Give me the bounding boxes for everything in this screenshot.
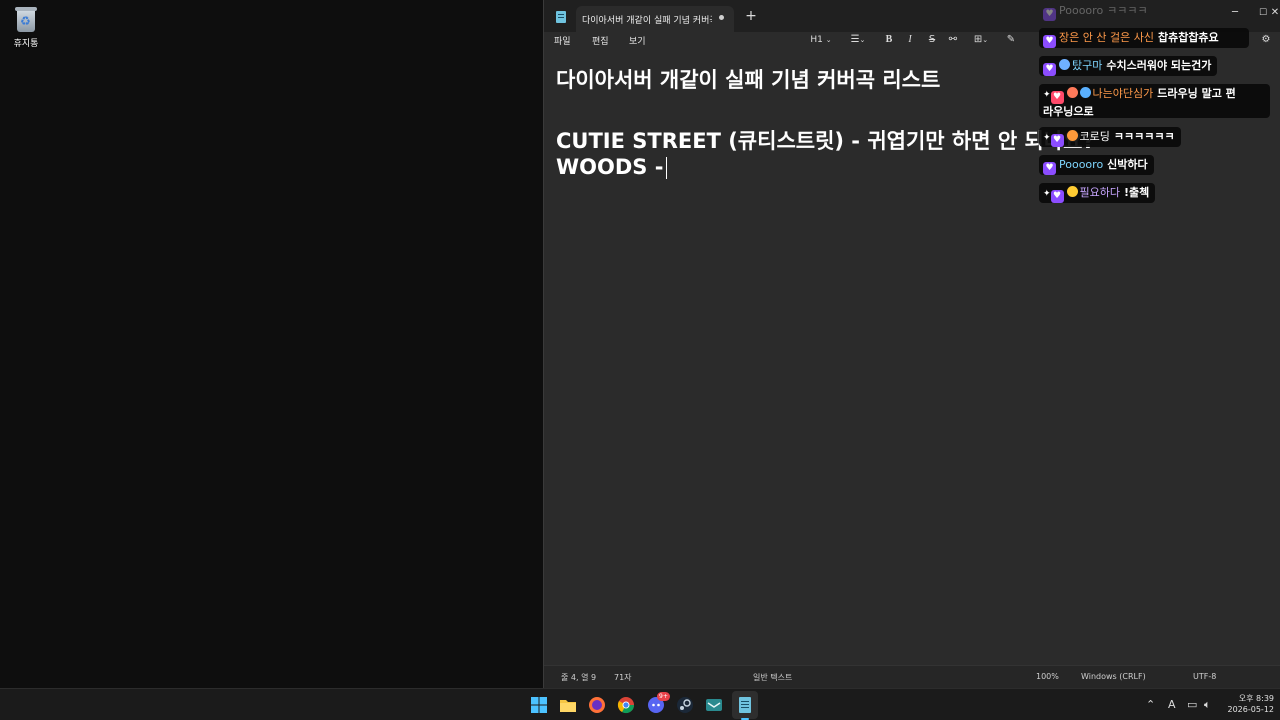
heart-badge-icon: ♥ [1043, 63, 1056, 76]
char-count: 71자 [614, 673, 632, 682]
heart-badge-icon: ♥ [1043, 35, 1056, 48]
chat-nick: Pooooro [1059, 158, 1104, 171]
steam-icon[interactable] [674, 694, 696, 716]
text-caret [666, 157, 667, 179]
chat-nick: Pooooro [1059, 4, 1104, 17]
table-dropdown[interactable]: ⊞⌄ [969, 32, 993, 48]
notepad-app-icon [556, 11, 566, 23]
unsaved-dot-icon[interactable] [719, 15, 724, 20]
taskbar-clock[interactable]: 오후 8:39 2026-05-12 [1222, 693, 1275, 715]
emote-icon [1066, 130, 1078, 141]
wand-icon: ✦ [1043, 90, 1051, 100]
chevron-down-icon: ⌄ [825, 36, 832, 44]
zoom-level: 100% [1036, 672, 1059, 681]
document-tab[interactable]: 다이아서버 개같이 실패 기념 커버곡 [576, 6, 734, 32]
chat-message: ♥ 장은 안 산 걸은 사신 찹츄찹찹츄요 [1039, 28, 1249, 48]
menu-file[interactable]: 파일 [554, 34, 571, 47]
heart-badge-icon: ♥ [1050, 190, 1064, 203]
chat-text: 드라우닝 말고 편 [1157, 87, 1236, 100]
chat-nick: 나는야단심가 [1092, 87, 1154, 100]
encoding: UTF-8 [1193, 672, 1217, 681]
cursor-position: 줄 4, 열 9 [561, 673, 597, 682]
taskbar: 9+ ⌃ A ▭ 🔈︎ 오후 8:39 2026-05-12 [0, 688, 1280, 720]
wand-icon: ✦ [1043, 133, 1051, 143]
recycle-bin-label: 휴지통 [13, 39, 39, 49]
volume-icon[interactable]: 🔈︎ [1204, 698, 1211, 712]
chrome-icon[interactable] [615, 694, 637, 716]
chat-message: ♥ Pooooro ㅋㅋㅋㅋ [1039, 1, 1154, 21]
chat-message: ♥ Pooooro 신박하다 [1039, 155, 1154, 175]
firefox-icon[interactable] [586, 694, 608, 716]
chat-nick: 탔구마 [1072, 59, 1103, 72]
menu-edit[interactable]: 편집 [592, 34, 609, 47]
chat-text: !출첵 [1124, 186, 1150, 199]
minimize-button[interactable]: ─ [1221, 4, 1249, 22]
chat-text: 라우닝으로 [1043, 105, 1094, 118]
emote-icon [1079, 87, 1091, 98]
chat-message: ♥ 탔구마 수치스러워야 되는건가 [1039, 56, 1218, 76]
discord-icon[interactable]: 9+ [645, 692, 670, 716]
new-tab-button[interactable]: + [744, 8, 758, 24]
chat-nick: 코로딩 [1079, 130, 1110, 143]
wand-icon: ✦ [1043, 189, 1051, 199]
text-format[interactable]: 일반 텍스트 [753, 672, 792, 683]
chat-text: 찹츄찹찹츄요 [1157, 31, 1219, 44]
table-icon: ⊞ [973, 34, 983, 45]
heart-badge-icon: ♥ [1050, 134, 1064, 147]
heart-badge-icon: ♥ [1050, 91, 1064, 104]
recycle-bin-icon [14, 6, 38, 32]
network-icon[interactable]: ▭ [1187, 698, 1197, 711]
tray-chevron-up-icon[interactable]: ⌃ [1146, 698, 1155, 711]
chevron-down-icon: ⌄ [859, 36, 866, 44]
text-line: WOODS - [556, 155, 664, 179]
chat-text: 신박하다 [1107, 158, 1148, 171]
italic-button[interactable]: I [903, 32, 917, 48]
chat-text: ㅋㅋㅋㅋ [1107, 4, 1148, 17]
notepad-taskbar-icon[interactable] [734, 694, 756, 720]
heart-badge-icon: ♥ [1043, 162, 1056, 175]
heading-label: H1 [810, 35, 823, 45]
chat-nick: 필요하다 [1079, 186, 1121, 199]
close-button[interactable]: ✕ [1269, 4, 1280, 22]
spellcheck-icon[interactable]: ✎ [1004, 32, 1018, 48]
line-ending: Windows (CRLF) [1081, 672, 1146, 681]
heading-dropdown[interactable]: H1 ⌄ [808, 32, 834, 48]
chat-nick: 장은 안 산 걸은 사신 [1059, 31, 1154, 44]
menu-view[interactable]: 보기 [629, 34, 646, 47]
clock-date: 2026-05-12 [1227, 705, 1275, 714]
ime-indicator[interactable]: A [1168, 698, 1176, 711]
link-icon[interactable]: ⚯ [946, 32, 960, 48]
chat-message: ✦ ♥ 필요하다 !출첵 [1039, 183, 1156, 203]
list-dropdown[interactable]: ☰⌄ [846, 32, 870, 48]
status-bar: 줄 4, 열 9 71자 일반 텍스트 100% Windows (CRLF) … [544, 665, 1280, 688]
chat-text: 수치스러워야 되는건가 [1106, 59, 1212, 72]
clock-time: 오후 8:39 [1238, 694, 1274, 703]
game-launcher-icon[interactable] [703, 694, 725, 716]
chat-message: ✦ ♥ 코로딩 ㅋㅋㅋㅋㅋㅋ [1039, 127, 1181, 147]
discord-badge: 9+ [657, 692, 670, 701]
file-explorer-icon[interactable] [557, 694, 579, 716]
emote-icon [1066, 87, 1078, 98]
heart-badge-icon: ♥ [1043, 8, 1056, 21]
chevron-down-icon: ⌄ [982, 36, 989, 44]
recycle-bin[interactable]: 휴지통 [6, 6, 46, 49]
tab-title: 다이아서버 개같이 실패 기념 커버곡 [582, 16, 712, 26]
heading-line: 다이아서버 개같이 실패 기념 커버곡 리스트 [556, 68, 941, 92]
chat-text: ㅋㅋㅋㅋㅋㅋ [1113, 130, 1175, 143]
settings-gear-icon[interactable]: ⚙ [1259, 32, 1273, 48]
emote-icon [1059, 59, 1070, 70]
start-windows-icon[interactable] [528, 694, 550, 716]
list-icon: ☰ [850, 34, 860, 45]
strikethrough-button[interactable]: S [925, 32, 939, 48]
emote-icon [1066, 186, 1078, 197]
bold-button[interactable]: B [882, 32, 896, 48]
chat-message: ✦ ♥ 나는야단심가 드라우닝 말고 편라우닝으로 [1039, 84, 1270, 118]
text-line: CUTIE STREET (큐티스트릿) - 귀엽기만 하면 안 되나요? [556, 129, 1095, 153]
